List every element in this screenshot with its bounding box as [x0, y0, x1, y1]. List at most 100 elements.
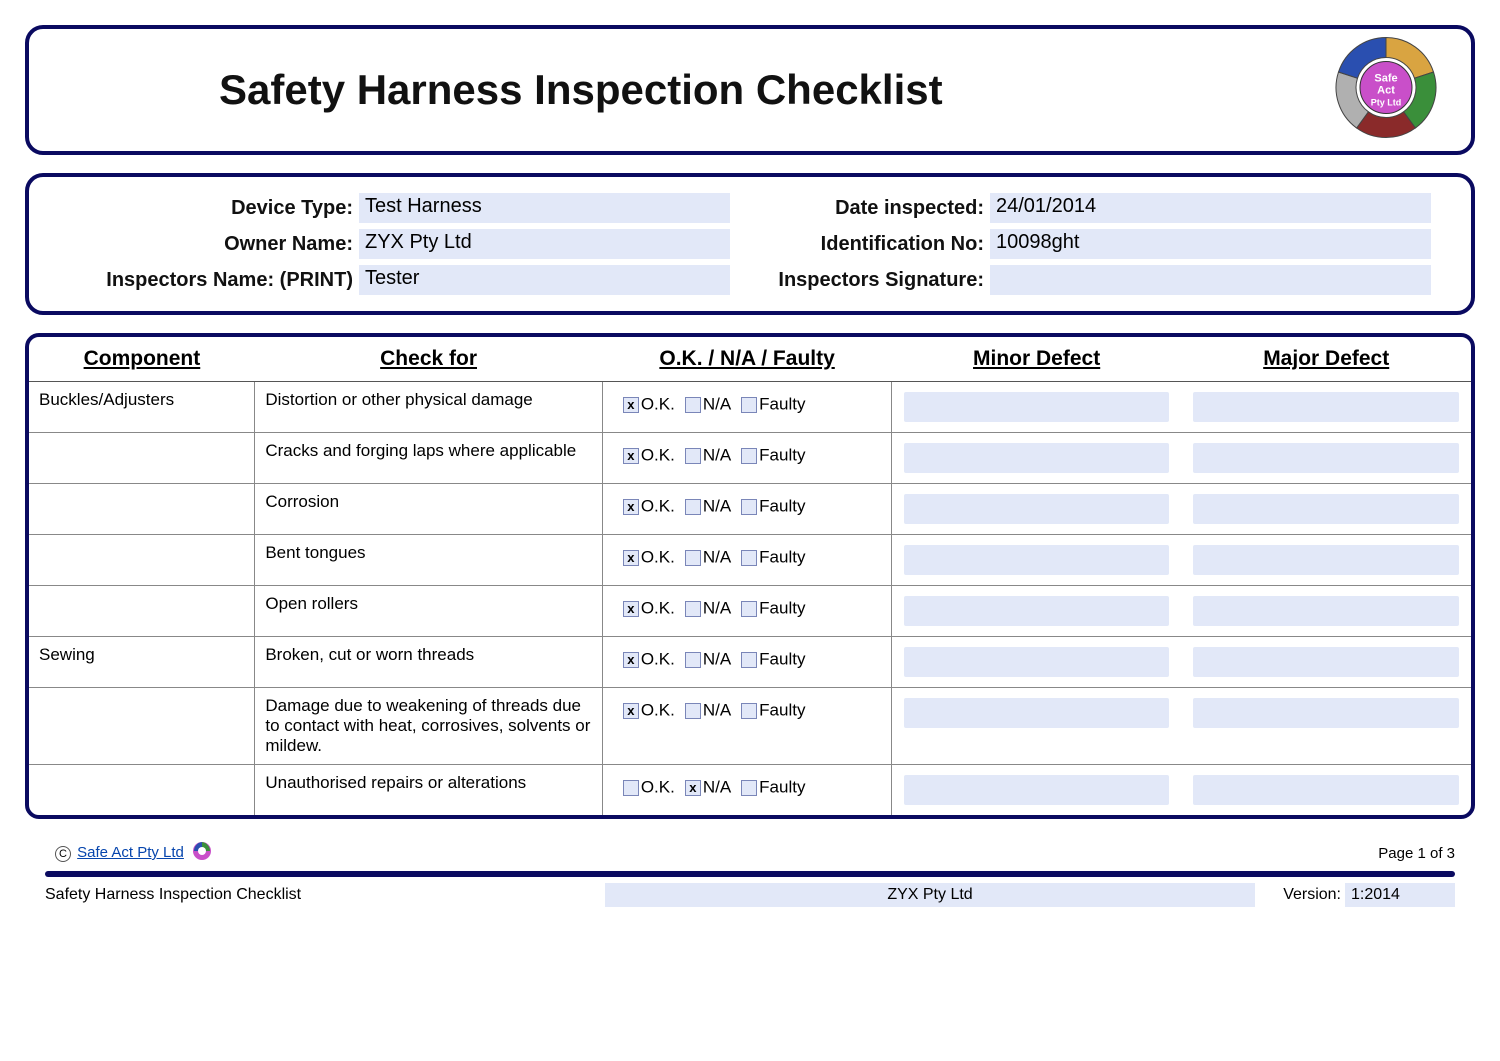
faulty-label: Faulty	[759, 446, 805, 465]
status-cell: O.K. N/A Faulty	[602, 637, 892, 688]
footer-version-value: 1:2014	[1345, 883, 1455, 907]
ok-checkbox[interactable]	[623, 499, 639, 515]
minor-defect-cell	[892, 765, 1182, 816]
major-defect-cell	[1181, 765, 1471, 816]
identification-no-value[interactable]: 10098ght	[990, 229, 1431, 259]
minor-defect-cell	[892, 586, 1182, 637]
faulty-label: Faulty	[759, 395, 805, 414]
minor-defect-cell	[892, 688, 1182, 765]
major-defect-cell	[1181, 382, 1471, 433]
faulty-label: Faulty	[759, 548, 805, 567]
major-defect-cell	[1181, 433, 1471, 484]
owner-name-value[interactable]: ZYX Pty Ltd	[359, 229, 730, 259]
na-label: N/A	[703, 650, 731, 669]
ok-checkbox[interactable]	[623, 703, 639, 719]
ok-checkbox[interactable]	[623, 780, 639, 796]
component-cell	[29, 765, 255, 816]
header-major: Major Defect	[1181, 337, 1471, 382]
table-row: Cracks and forging laps where applicable…	[29, 433, 1471, 484]
faulty-checkbox[interactable]	[741, 703, 757, 719]
component-cell	[29, 484, 255, 535]
major-defect-input[interactable]	[1193, 647, 1459, 677]
device-type-label: Device Type:	[49, 197, 359, 220]
na-checkbox[interactable]	[685, 780, 701, 796]
header-minor: Minor Defect	[892, 337, 1182, 382]
ok-label: O.K.	[641, 701, 675, 720]
ok-checkbox[interactable]	[623, 550, 639, 566]
ok-label: O.K.	[641, 497, 675, 516]
inspectors-signature-value[interactable]	[990, 265, 1431, 295]
faulty-checkbox[interactable]	[741, 601, 757, 617]
fields-panel: Device Type: Test Harness Date inspected…	[25, 173, 1475, 315]
minor-defect-input[interactable]	[904, 647, 1169, 677]
major-defect-input[interactable]	[1193, 443, 1459, 473]
minor-defect-input[interactable]	[904, 596, 1169, 626]
table-row: CorrosionO.K.N/AFaulty	[29, 484, 1471, 535]
inspectors-name-value[interactable]: Tester	[359, 265, 730, 295]
minor-defect-input[interactable]	[904, 698, 1169, 728]
major-defect-cell	[1181, 535, 1471, 586]
major-defect-cell	[1181, 637, 1471, 688]
faulty-checkbox[interactable]	[741, 780, 757, 796]
check-for-cell: Bent tongues	[255, 535, 602, 586]
ok-checkbox[interactable]	[623, 448, 639, 464]
check-for-cell: Broken, cut or worn threads	[255, 637, 602, 688]
major-defect-input[interactable]	[1193, 545, 1459, 575]
footer-version-label: Version:	[1255, 886, 1345, 904]
na-checkbox[interactable]	[685, 499, 701, 515]
minor-defect-input[interactable]	[904, 494, 1169, 524]
svg-text:Act: Act	[1377, 85, 1395, 97]
page-title: Safety Harness Inspection Checklist	[219, 66, 943, 114]
check-for-cell: Unauthorised repairs or alterations	[255, 765, 602, 816]
major-defect-input[interactable]	[1193, 392, 1459, 422]
minor-defect-input[interactable]	[904, 392, 1169, 422]
ok-label: O.K.	[641, 650, 675, 669]
ok-label: O.K.	[641, 778, 675, 797]
table-row: Damage due to weakening of threads due t…	[29, 688, 1471, 765]
check-for-cell: Cracks and forging laps where applicable	[255, 433, 602, 484]
major-defect-input[interactable]	[1193, 596, 1459, 626]
component-cell	[29, 688, 255, 765]
checklist-table: Component Check for O.K. / N/A / Faulty …	[29, 337, 1471, 815]
na-label: N/A	[703, 548, 731, 567]
date-inspected-value[interactable]: 24/01/2014	[990, 193, 1431, 223]
svg-text:Pty Ltd: Pty Ltd	[1371, 98, 1402, 108]
check-for-cell: Distortion or other physical damage	[255, 382, 602, 433]
faulty-checkbox[interactable]	[741, 397, 757, 413]
major-defect-input[interactable]	[1193, 494, 1459, 524]
table-row: Buckles/AdjustersDistortion or other phy…	[29, 382, 1471, 433]
na-label: N/A	[703, 395, 731, 414]
major-defect-input[interactable]	[1193, 698, 1459, 728]
major-defect-cell	[1181, 586, 1471, 637]
ok-checkbox[interactable]	[623, 601, 639, 617]
na-checkbox[interactable]	[685, 448, 701, 464]
minor-defect-input[interactable]	[904, 545, 1169, 575]
ok-label: O.K.	[641, 446, 675, 465]
na-checkbox[interactable]	[685, 601, 701, 617]
status-cell: O.K.N/AFaulty	[602, 586, 892, 637]
minor-defect-input[interactable]	[904, 443, 1169, 473]
major-defect-input[interactable]	[1193, 775, 1459, 805]
faulty-label: Faulty	[759, 650, 805, 669]
faulty-checkbox[interactable]	[741, 652, 757, 668]
ok-label: O.K.	[641, 395, 675, 414]
ok-checkbox[interactable]	[623, 652, 639, 668]
faulty-checkbox[interactable]	[741, 499, 757, 515]
na-checkbox[interactable]	[685, 397, 701, 413]
ok-checkbox[interactable]	[623, 397, 639, 413]
minor-defect-cell	[892, 637, 1182, 688]
copyright-link[interactable]: Safe Act Pty Ltd	[77, 844, 184, 861]
table-row: Bent tonguesO.K.N/AFaulty	[29, 535, 1471, 586]
na-checkbox[interactable]	[685, 652, 701, 668]
safe-act-mini-logo-icon	[192, 841, 212, 865]
major-defect-cell	[1181, 484, 1471, 535]
footer-top: C Safe Act Pty Ltd Page 1 of 3	[25, 837, 1475, 869]
faulty-checkbox[interactable]	[741, 550, 757, 566]
na-checkbox[interactable]	[685, 550, 701, 566]
faulty-checkbox[interactable]	[741, 448, 757, 464]
minor-defect-input[interactable]	[904, 775, 1169, 805]
device-type-value[interactable]: Test Harness	[359, 193, 730, 223]
na-checkbox[interactable]	[685, 703, 701, 719]
na-label: N/A	[703, 497, 731, 516]
status-cell: O.K.N/AFaulty	[602, 688, 892, 765]
